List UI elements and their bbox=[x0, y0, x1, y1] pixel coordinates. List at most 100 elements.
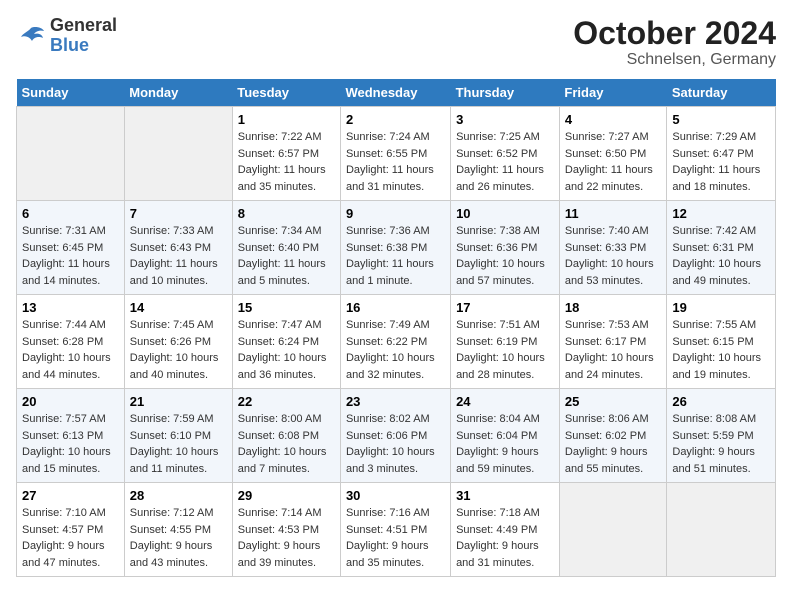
weekday-header-monday: Monday bbox=[124, 79, 232, 107]
day-number: 23 bbox=[346, 394, 445, 409]
logo-line1: General bbox=[50, 16, 117, 36]
day-number: 25 bbox=[565, 394, 661, 409]
day-number: 9 bbox=[346, 206, 445, 221]
day-info: Sunrise: 7:45 AMSunset: 6:26 PMDaylight:… bbox=[130, 319, 219, 381]
day-info: Sunrise: 7:14 AMSunset: 4:53 PMDaylight:… bbox=[238, 507, 322, 569]
calendar-cell: 4 Sunrise: 7:27 AMSunset: 6:50 PMDayligh… bbox=[559, 107, 666, 201]
calendar-cell: 31 Sunrise: 7:18 AMSunset: 4:49 PMDaylig… bbox=[451, 483, 560, 577]
day-number: 21 bbox=[130, 394, 227, 409]
day-number: 10 bbox=[456, 206, 554, 221]
day-number: 2 bbox=[346, 112, 445, 127]
calendar-cell: 7 Sunrise: 7:33 AMSunset: 6:43 PMDayligh… bbox=[124, 201, 232, 295]
day-info: Sunrise: 7:49 AMSunset: 6:22 PMDaylight:… bbox=[346, 319, 435, 381]
day-info: Sunrise: 7:29 AMSunset: 6:47 PMDaylight:… bbox=[672, 131, 760, 193]
day-info: Sunrise: 7:57 AMSunset: 6:13 PMDaylight:… bbox=[22, 413, 111, 475]
day-info: Sunrise: 8:08 AMSunset: 5:59 PMDaylight:… bbox=[672, 413, 756, 475]
day-number: 19 bbox=[672, 300, 770, 315]
calendar-cell: 11 Sunrise: 7:40 AMSunset: 6:33 PMDaylig… bbox=[559, 201, 666, 295]
calendar-cell bbox=[124, 107, 232, 201]
day-info: Sunrise: 7:24 AMSunset: 6:55 PMDaylight:… bbox=[346, 131, 434, 193]
calendar-week-row: 6 Sunrise: 7:31 AMSunset: 6:45 PMDayligh… bbox=[17, 201, 776, 295]
weekday-header-sunday: Sunday bbox=[17, 79, 125, 107]
calendar-cell: 25 Sunrise: 8:06 AMSunset: 6:02 PMDaylig… bbox=[559, 389, 666, 483]
calendar-cell: 2 Sunrise: 7:24 AMSunset: 6:55 PMDayligh… bbox=[340, 107, 450, 201]
calendar-cell: 24 Sunrise: 8:04 AMSunset: 6:04 PMDaylig… bbox=[451, 389, 560, 483]
day-number: 1 bbox=[238, 112, 335, 127]
calendar-cell: 6 Sunrise: 7:31 AMSunset: 6:45 PMDayligh… bbox=[17, 201, 125, 295]
calendar-cell: 21 Sunrise: 7:59 AMSunset: 6:10 PMDaylig… bbox=[124, 389, 232, 483]
day-info: Sunrise: 7:10 AMSunset: 4:57 PMDaylight:… bbox=[22, 507, 106, 569]
logo-line2: Blue bbox=[50, 36, 117, 56]
weekday-header-friday: Friday bbox=[559, 79, 666, 107]
calendar-week-row: 20 Sunrise: 7:57 AMSunset: 6:13 PMDaylig… bbox=[17, 389, 776, 483]
calendar-body: 1 Sunrise: 7:22 AMSunset: 6:57 PMDayligh… bbox=[17, 107, 776, 577]
day-info: Sunrise: 7:31 AMSunset: 6:45 PMDaylight:… bbox=[22, 225, 110, 287]
calendar-cell: 3 Sunrise: 7:25 AMSunset: 6:52 PMDayligh… bbox=[451, 107, 560, 201]
day-number: 12 bbox=[672, 206, 770, 221]
day-number: 31 bbox=[456, 488, 554, 503]
day-number: 28 bbox=[130, 488, 227, 503]
day-number: 27 bbox=[22, 488, 119, 503]
calendar-cell: 14 Sunrise: 7:45 AMSunset: 6:26 PMDaylig… bbox=[124, 295, 232, 389]
day-number: 14 bbox=[130, 300, 227, 315]
day-number: 16 bbox=[346, 300, 445, 315]
calendar-cell bbox=[559, 483, 666, 577]
day-number: 13 bbox=[22, 300, 119, 315]
weekday-header-wednesday: Wednesday bbox=[340, 79, 450, 107]
day-info: Sunrise: 7:33 AMSunset: 6:43 PMDaylight:… bbox=[130, 225, 218, 287]
calendar-cell: 9 Sunrise: 7:36 AMSunset: 6:38 PMDayligh… bbox=[340, 201, 450, 295]
calendar-header-row: SundayMondayTuesdayWednesdayThursdayFrid… bbox=[17, 79, 776, 107]
calendar-cell: 10 Sunrise: 7:38 AMSunset: 6:36 PMDaylig… bbox=[451, 201, 560, 295]
page-subtitle: Schnelsen, Germany bbox=[573, 51, 776, 69]
calendar-cell bbox=[667, 483, 776, 577]
calendar-cell: 30 Sunrise: 7:16 AMSunset: 4:51 PMDaylig… bbox=[340, 483, 450, 577]
day-number: 24 bbox=[456, 394, 554, 409]
title-block: October 2024 Schnelsen, Germany bbox=[573, 16, 776, 69]
calendar-week-row: 27 Sunrise: 7:10 AMSunset: 4:57 PMDaylig… bbox=[17, 483, 776, 577]
calendar-cell: 13 Sunrise: 7:44 AMSunset: 6:28 PMDaylig… bbox=[17, 295, 125, 389]
calendar-cell: 12 Sunrise: 7:42 AMSunset: 6:31 PMDaylig… bbox=[667, 201, 776, 295]
calendar-cell: 17 Sunrise: 7:51 AMSunset: 6:19 PMDaylig… bbox=[451, 295, 560, 389]
day-info: Sunrise: 7:36 AMSunset: 6:38 PMDaylight:… bbox=[346, 225, 434, 287]
logo-bird-icon bbox=[16, 24, 46, 48]
day-info: Sunrise: 8:00 AMSunset: 6:08 PMDaylight:… bbox=[238, 413, 327, 475]
day-number: 17 bbox=[456, 300, 554, 315]
calendar-week-row: 1 Sunrise: 7:22 AMSunset: 6:57 PMDayligh… bbox=[17, 107, 776, 201]
calendar-cell: 20 Sunrise: 7:57 AMSunset: 6:13 PMDaylig… bbox=[17, 389, 125, 483]
day-info: Sunrise: 7:40 AMSunset: 6:33 PMDaylight:… bbox=[565, 225, 654, 287]
calendar-cell: 27 Sunrise: 7:10 AMSunset: 4:57 PMDaylig… bbox=[17, 483, 125, 577]
calendar-cell: 29 Sunrise: 7:14 AMSunset: 4:53 PMDaylig… bbox=[232, 483, 340, 577]
day-number: 30 bbox=[346, 488, 445, 503]
calendar-cell bbox=[17, 107, 125, 201]
weekday-header-tuesday: Tuesday bbox=[232, 79, 340, 107]
day-info: Sunrise: 7:16 AMSunset: 4:51 PMDaylight:… bbox=[346, 507, 430, 569]
day-info: Sunrise: 8:02 AMSunset: 6:06 PMDaylight:… bbox=[346, 413, 435, 475]
calendar-cell: 28 Sunrise: 7:12 AMSunset: 4:55 PMDaylig… bbox=[124, 483, 232, 577]
page-title: October 2024 bbox=[573, 16, 776, 51]
day-number: 3 bbox=[456, 112, 554, 127]
day-info: Sunrise: 7:51 AMSunset: 6:19 PMDaylight:… bbox=[456, 319, 545, 381]
day-number: 5 bbox=[672, 112, 770, 127]
day-number: 7 bbox=[130, 206, 227, 221]
calendar-cell: 19 Sunrise: 7:55 AMSunset: 6:15 PMDaylig… bbox=[667, 295, 776, 389]
day-info: Sunrise: 7:53 AMSunset: 6:17 PMDaylight:… bbox=[565, 319, 654, 381]
day-info: Sunrise: 8:06 AMSunset: 6:02 PMDaylight:… bbox=[565, 413, 649, 475]
calendar-table: SundayMondayTuesdayWednesdayThursdayFrid… bbox=[16, 79, 776, 577]
day-number: 20 bbox=[22, 394, 119, 409]
day-info: Sunrise: 7:27 AMSunset: 6:50 PMDaylight:… bbox=[565, 131, 653, 193]
day-number: 22 bbox=[238, 394, 335, 409]
calendar-cell: 22 Sunrise: 8:00 AMSunset: 6:08 PMDaylig… bbox=[232, 389, 340, 483]
logo-text: General Blue bbox=[50, 16, 117, 56]
day-info: Sunrise: 7:59 AMSunset: 6:10 PMDaylight:… bbox=[130, 413, 219, 475]
day-info: Sunrise: 7:47 AMSunset: 6:24 PMDaylight:… bbox=[238, 319, 327, 381]
calendar-cell: 5 Sunrise: 7:29 AMSunset: 6:47 PMDayligh… bbox=[667, 107, 776, 201]
day-info: Sunrise: 7:55 AMSunset: 6:15 PMDaylight:… bbox=[672, 319, 761, 381]
calendar-week-row: 13 Sunrise: 7:44 AMSunset: 6:28 PMDaylig… bbox=[17, 295, 776, 389]
day-info: Sunrise: 7:42 AMSunset: 6:31 PMDaylight:… bbox=[672, 225, 761, 287]
day-info: Sunrise: 7:12 AMSunset: 4:55 PMDaylight:… bbox=[130, 507, 214, 569]
calendar-cell: 18 Sunrise: 7:53 AMSunset: 6:17 PMDaylig… bbox=[559, 295, 666, 389]
page-header: General Blue October 2024 Schnelsen, Ger… bbox=[16, 16, 776, 69]
day-number: 4 bbox=[565, 112, 661, 127]
calendar-cell: 23 Sunrise: 8:02 AMSunset: 6:06 PMDaylig… bbox=[340, 389, 450, 483]
calendar-cell: 26 Sunrise: 8:08 AMSunset: 5:59 PMDaylig… bbox=[667, 389, 776, 483]
